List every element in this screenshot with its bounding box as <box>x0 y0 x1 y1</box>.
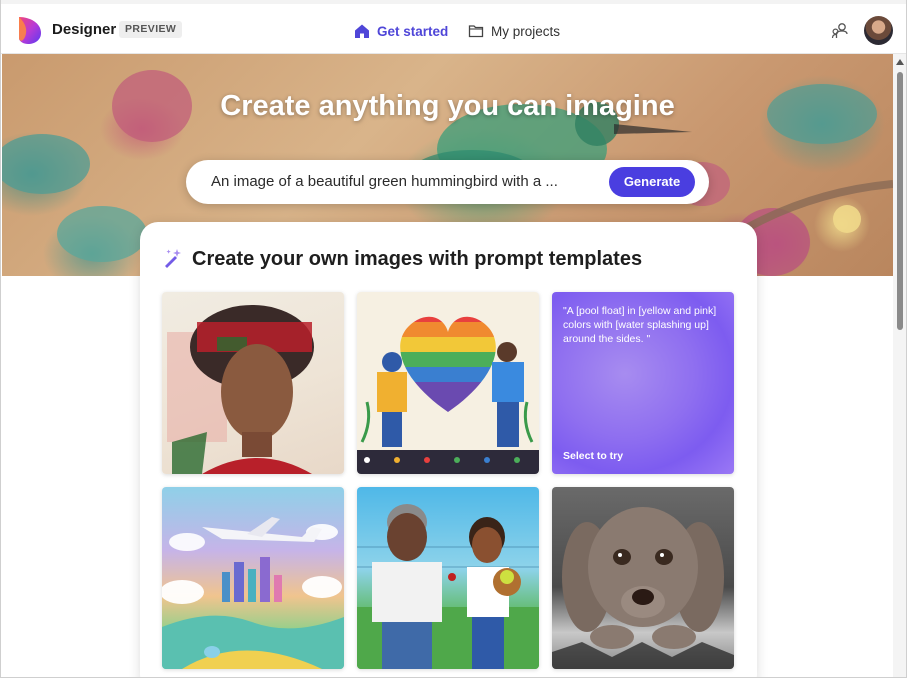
template-tile-baseball[interactable] <box>357 487 539 669</box>
nav-get-started[interactable]: Get started <box>354 19 448 43</box>
weimaraner-dog-image <box>552 507 734 669</box>
designer-window: Designer PREVIEW Get started My projects <box>0 0 907 678</box>
scrollbar-thumb[interactable] <box>897 72 903 330</box>
prompt-templates-card: Create your own images with prompt templ… <box>140 222 757 677</box>
vertical-scrollbar[interactable] <box>893 54 906 677</box>
preview-badge: PREVIEW <box>119 21 183 38</box>
template-tile-rainbow-heart[interactable] <box>357 292 539 474</box>
generate-button[interactable]: Generate <box>609 167 695 197</box>
home-icon <box>355 24 369 38</box>
template-prompt-text: "A [pool float] in [yellow and pink] col… <box>563 305 717 345</box>
nav-get-started-label: Get started <box>377 23 449 39</box>
airplane-landscape-image <box>162 517 344 669</box>
profile-avatar[interactable] <box>864 16 893 45</box>
prompt-box: An image of a beautiful green hummingbir… <box>186 160 709 204</box>
template-tile-airplane[interactable] <box>162 487 344 669</box>
folder-icon <box>468 25 484 38</box>
rainbow-heart-image <box>357 316 539 474</box>
template-tile-dog[interactable] <box>552 487 734 669</box>
scroll-up-arrow-icon[interactable] <box>896 59 904 65</box>
portrait-painting-image <box>167 305 314 474</box>
nav-my-projects-label: My projects <box>491 23 561 39</box>
designer-logo-icon[interactable] <box>16 15 44 45</box>
people-link-icon[interactable] <box>831 22 849 40</box>
template-tile-portrait[interactable] <box>162 292 344 474</box>
templates-title: Create your own images with prompt templ… <box>192 248 643 270</box>
baseball-image <box>357 504 539 669</box>
brand-name: Designer <box>52 21 117 38</box>
template-tile-prompt[interactable]: "A [pool float] in [yellow and pink] col… <box>552 292 734 474</box>
top-bar: Designer PREVIEW Get started My projects <box>1 0 906 54</box>
hero-title: Create anything you can imagine <box>220 90 675 122</box>
nav-my-projects[interactable]: My projects <box>468 19 560 43</box>
prompt-input[interactable]: An image of a beautiful green hummingbir… <box>211 160 596 204</box>
sparkle-wand-icon <box>165 249 181 268</box>
select-to-try-label: Select to try <box>563 450 624 462</box>
